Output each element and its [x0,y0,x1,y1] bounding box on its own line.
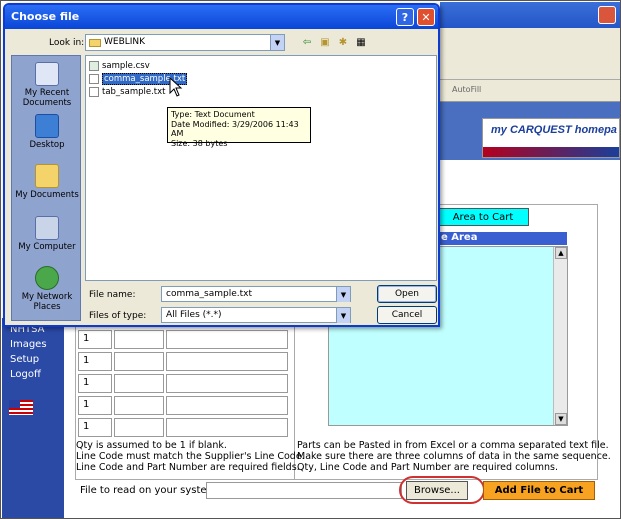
part-number-field[interactable] [166,352,288,371]
new-folder-icon[interactable]: ✱ [335,35,351,51]
look-in-label: Look in: [49,38,85,48]
part-number-field[interactable] [166,374,288,393]
note-line: Parts can be Pasted in from Excel or a c… [297,440,609,451]
line-code-field[interactable] [114,418,164,437]
open-button[interactable]: Open [377,285,437,303]
file-path-input[interactable] [206,482,402,499]
dialog-nav-toolbar: ⇦ ▣ ✱ ▦ [299,35,379,51]
nav-item-logoff[interactable]: Logoff [10,369,41,380]
place-label: My Documents [15,190,79,200]
cancel-button[interactable]: Cancel [377,306,437,324]
file-name: tab_sample.txt [102,87,166,97]
browser-toolbar: AutoFill [440,80,620,102]
chevron-down-icon[interactable]: ▼ [336,308,350,323]
browser-menu-area [440,28,620,80]
qty-field[interactable]: 1 [78,396,112,415]
nav-item-setup[interactable]: Setup [10,354,39,365]
part-number-field[interactable] [166,418,288,437]
folder-icon [35,164,59,188]
file-info-tooltip: Type: Text Document Date Modified: 3/29/… [167,107,311,148]
browse-highlight-ring [399,476,485,504]
scroll-down-icon[interactable]: ▼ [555,413,567,425]
look-in-value: WEBLINK [104,37,146,47]
look-in-select[interactable]: WEBLINK ▼ [85,34,285,51]
browser-close-icon[interactable] [598,6,616,24]
file-name-label: File name: [89,290,136,300]
area-to-cart-button[interactable]: Area to Cart [437,208,529,226]
left-nav: NHTSA Images Setup Logoff [2,318,64,518]
back-arrow-icon[interactable]: ⇦ [299,35,315,51]
qty-field[interactable]: 1 [78,374,112,393]
computer-icon [35,216,59,240]
list-item[interactable]: sample.csv [89,60,150,72]
scroll-up-icon[interactable]: ▲ [555,247,567,259]
carquest-logo: my CARQUEST homepa [482,118,620,158]
tooltip-type: Type: Text Document [171,110,255,119]
logo-text: my CARQUEST homepa [491,124,617,136]
close-icon[interactable]: ✕ [417,8,435,26]
line-code-field[interactable] [114,352,164,371]
left-notes: Qty is assumed to be 1 if blank. Line Co… [76,440,305,473]
up-folder-icon[interactable]: ▣ [317,35,333,51]
folder-icon [89,39,101,47]
place-label: Desktop [29,140,65,150]
text-file-icon [89,74,99,84]
place-label: My Computer [18,242,76,252]
qty-field[interactable]: 1 [78,418,112,437]
dialog-title: Choose file [11,10,80,23]
globe-icon [35,266,59,290]
help-icon[interactable]: ? [396,8,414,26]
part-number-field[interactable] [166,330,288,349]
browser-titlebar [440,2,620,28]
file-list: sample.csv comma_sample.txt tab_sample.t… [85,55,437,281]
qty-field[interactable]: 1 [78,330,112,349]
nav-item-images[interactable]: Images [10,339,47,350]
place-desktop[interactable]: Desktop [12,114,82,150]
place-my-documents[interactable]: My Documents [12,164,82,200]
file-to-read-label: File to read on your system : [80,485,223,496]
paste-area-scrollbar[interactable]: ▲ ▼ [553,247,567,425]
add-file-to-cart-button[interactable]: Add File to Cart [483,481,595,500]
file-name: sample.csv [102,61,150,71]
files-of-type-label: Files of type: [89,311,147,321]
file-name-value: comma_sample.txt [166,289,252,299]
place-my-computer[interactable]: My Computer [12,216,82,252]
choose-file-dialog: Choose file ? ✕ Look in: WEBLINK ▼ ⇦ ▣ ✱… [3,3,440,327]
line-code-field[interactable] [114,396,164,415]
line-code-field[interactable] [114,330,164,349]
logo-sweep [483,147,619,157]
place-label: My Recent Documents [22,88,72,108]
place-network-places[interactable]: My Network Places [12,266,82,312]
note-line: Line Code must match the Supplier's Line… [76,451,305,462]
view-menu-icon[interactable]: ▦ [353,35,369,51]
csv-file-icon [89,61,99,71]
files-of-type-value: All Files (*.*) [166,310,222,320]
clock-icon [35,62,59,86]
line-code-field[interactable] [114,374,164,393]
autofill-button[interactable]: AutoFill [452,85,481,94]
list-item[interactable]: tab_sample.txt [89,86,166,98]
qty-field[interactable]: 1 [78,352,112,371]
place-label: My Network Places [21,292,73,312]
note-line: Qty, Line Code and Part Number are requi… [297,462,559,473]
file-name-input[interactable]: comma_sample.txt ▼ [161,286,351,302]
files-of-type-select[interactable]: All Files (*.*) ▼ [161,307,351,323]
paste-area-header: e Area [437,232,567,245]
chevron-down-icon[interactable]: ▼ [270,35,284,50]
mouse-cursor-icon [169,77,183,97]
places-bar: My Recent Documents Desktop My Documents… [11,55,81,321]
tooltip-modified: Date Modified: 3/29/2006 11:43 AM [171,119,299,139]
dialog-titlebar: Choose file ? ✕ [5,5,438,29]
part-number-field[interactable] [166,396,288,415]
tooltip-size: Size: 38 bytes [171,138,228,148]
us-flag-icon[interactable] [9,400,33,415]
right-notes: Parts can be Pasted in from Excel or a c… [297,440,611,473]
text-file-icon [89,87,99,97]
place-recent-documents[interactable]: My Recent Documents [12,62,82,108]
chevron-down-icon[interactable]: ▼ [336,287,350,302]
note-line: Make sure there are three columns of dat… [297,451,611,462]
note-line: Qty is assumed to be 1 if blank. [76,440,227,451]
desktop-icon [35,114,59,138]
note-line: Line Code and Part Number are required f… [76,462,300,473]
